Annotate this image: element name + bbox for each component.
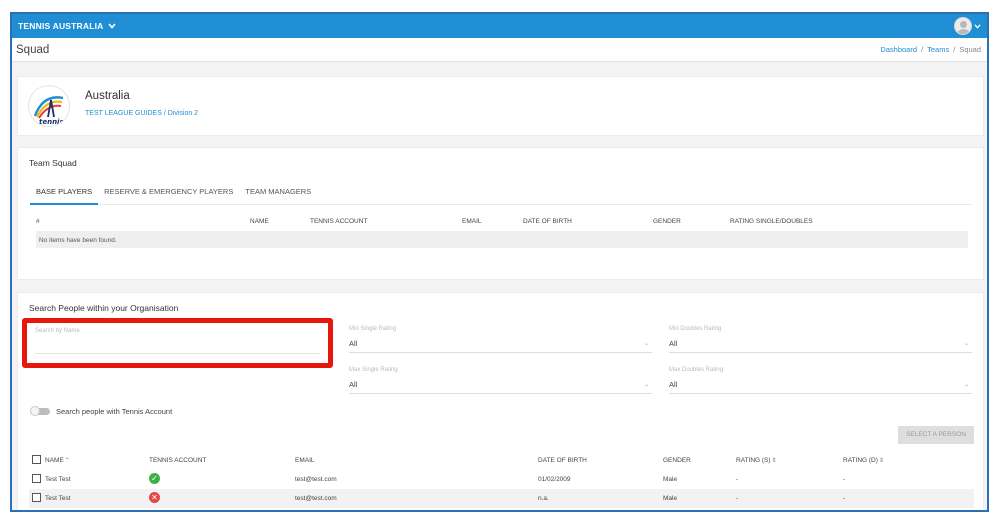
col-number[interactable]: #	[36, 218, 40, 225]
tennis-account-toggle-row: Search people with Tennis Account	[30, 406, 173, 416]
person-name: Test Test	[45, 495, 71, 502]
max-doubles-rating-select[interactable]: Max Doubles Rating All ⌄	[669, 367, 972, 397]
team-subtitle-link[interactable]: TEST LEAGUE GUIDES / Division 2	[85, 110, 198, 117]
col-date-of-birth[interactable]: DATE OF BIRTH	[538, 457, 587, 464]
team-card: tennis Australia TEST LEAGUE GUIDES / Di…	[17, 76, 984, 136]
col-rating-d[interactable]: RATING (D)⇕	[843, 457, 884, 464]
tennis-logo-icon: tennis	[33, 96, 64, 126]
top-navbar: TENNIS AUSTRALIA	[12, 14, 987, 38]
breadcrumb-dashboard[interactable]: Dashboard	[880, 45, 917, 54]
max-doubles-rating-value: All	[669, 380, 678, 389]
max-single-rating-value: All	[349, 380, 358, 389]
person-name: Test Test	[45, 476, 71, 483]
search-by-name-label: Search by Name	[35, 328, 80, 334]
chevron-down-icon	[107, 21, 116, 31]
col-rating[interactable]: RATING SINGLE/DOUBLES	[730, 218, 813, 225]
squad-tabs: BASE PLAYERS RESERVE & EMERGENCY PLAYERS…	[30, 185, 971, 205]
person-email: test@test.com	[295, 476, 337, 483]
team-squad-title: Team Squad	[29, 158, 77, 168]
min-doubles-rating-label: Min Doubles Rating	[669, 326, 722, 332]
squad-table-header: # NAME TENNIS ACCOUNT EMAIL DATE OF BIRT…	[36, 214, 968, 231]
min-doubles-rating-value: All	[669, 339, 678, 348]
person-dob: 01/02/2009	[538, 476, 571, 483]
person-gender: Male	[663, 476, 678, 483]
org-switcher[interactable]: TENNIS AUSTRALIA	[18, 21, 116, 31]
search-people-card: Search People within your Organisation S…	[17, 292, 984, 510]
person-dob: n.a.	[538, 495, 549, 502]
sort-icon: ⇕	[878, 458, 884, 464]
check-circle-icon: ✓	[149, 473, 160, 484]
tennis-account-toggle-label: Search people with Tennis Account	[56, 407, 173, 416]
person-rating-d: -	[843, 495, 846, 502]
row-checkbox[interactable]	[32, 493, 41, 502]
min-single-rating-value: All	[349, 339, 358, 348]
squad-table: # NAME TENNIS ACCOUNT EMAIL DATE OF BIRT…	[36, 214, 968, 248]
col-name[interactable]: NAME	[250, 218, 269, 225]
col-gender[interactable]: GENDER	[663, 457, 691, 464]
page-header: Squad Dashboard / Teams / Squad	[12, 38, 987, 62]
avatar[interactable]	[954, 17, 972, 35]
team-squad-card: Team Squad BASE PLAYERS RESERVE & EMERGE…	[17, 147, 984, 280]
team-name: Australia	[85, 90, 130, 102]
max-doubles-rating-label: Max Doubles Rating	[669, 367, 724, 373]
col-date-of-birth[interactable]: DATE OF BIRTH	[523, 218, 572, 225]
select-a-person-button[interactable]: SELECT A PERSON	[898, 426, 974, 444]
max-single-rating-label: Max Single Rating	[349, 367, 398, 373]
col-tennis-account[interactable]: TENNIS ACCOUNT	[310, 218, 367, 225]
sort-ascending-icon: ⌃	[64, 458, 70, 464]
app-frame: TENNIS AUSTRALIA Squad Dashboard / Teams / S…	[10, 12, 989, 512]
col-rating-s[interactable]: RATING (S)⇕	[736, 457, 777, 464]
tab-reserve-emergency-players[interactable]: RESERVE & EMERGENCY PLAYERS	[98, 185, 239, 205]
min-single-rating-select[interactable]: Min Single Rating All ⌄	[349, 326, 652, 356]
chevron-down-icon: ⌄	[963, 382, 969, 388]
chevron-down-icon: ⌄	[643, 341, 649, 347]
person-email: test@test.com	[295, 495, 337, 502]
search-title: Search People within your Organisation	[29, 303, 179, 313]
tennis-account-toggle[interactable]	[30, 406, 50, 416]
user-menu[interactable]	[954, 17, 981, 35]
table-row[interactable]: Test Test ✓ test@test.com 01/02/2009 Mal…	[29, 470, 974, 489]
user-chevron-down-icon[interactable]	[974, 22, 981, 31]
svg-text:tennis: tennis	[39, 118, 64, 126]
sort-icon: ⇕	[771, 458, 777, 464]
breadcrumb-teams[interactable]: Teams	[927, 45, 949, 54]
search-by-name-input-line[interactable]	[35, 353, 320, 354]
min-doubles-rating-select[interactable]: Min Doubles Rating All ⌄	[669, 326, 972, 356]
breadcrumb: Dashboard / Teams / Squad	[880, 45, 981, 54]
breadcrumb-current: Squad	[959, 45, 981, 54]
row-checkbox[interactable]	[32, 474, 41, 483]
team-logo: tennis	[28, 85, 70, 127]
tab-base-players[interactable]: BASE PLAYERS	[30, 185, 99, 205]
cross-circle-icon: ✕	[149, 492, 160, 503]
person-rating-d: -	[843, 476, 846, 483]
select-all-checkbox[interactable]	[32, 455, 41, 464]
col-tennis-account[interactable]: TENNIS ACCOUNT	[149, 457, 206, 464]
person-rating-s: -	[736, 495, 739, 502]
chevron-down-icon: ⌄	[643, 382, 649, 388]
org-name: TENNIS AUSTRALIA	[18, 21, 104, 31]
empty-state-row: No items have been found.	[36, 231, 968, 248]
col-email[interactable]: EMAIL	[295, 457, 315, 464]
page-title: Squad	[16, 43, 50, 56]
chevron-down-icon: ⌄	[963, 341, 969, 347]
people-table-header: NAME⌃ TENNIS ACCOUNT EMAIL DATE OF BIRTH…	[29, 450, 974, 470]
person-rating-s: -	[736, 476, 739, 483]
max-single-rating-select[interactable]: Max Single Rating All ⌄	[349, 367, 652, 397]
table-row[interactable]: Test Test ✕ test@test.com n.a. Male - -	[29, 489, 974, 508]
tab-team-managers[interactable]: TEAM MANAGERS	[239, 185, 317, 205]
person-gender: Male	[663, 495, 678, 502]
col-name[interactable]: NAME⌃	[45, 457, 70, 464]
col-email[interactable]: EMAIL	[462, 218, 482, 225]
search-by-name-field[interactable]: Search by Name	[22, 318, 333, 368]
col-gender[interactable]: GENDER	[653, 218, 681, 225]
people-table: NAME⌃ TENNIS ACCOUNT EMAIL DATE OF BIRTH…	[29, 450, 974, 508]
min-single-rating-label: Min Single Rating	[349, 326, 397, 332]
